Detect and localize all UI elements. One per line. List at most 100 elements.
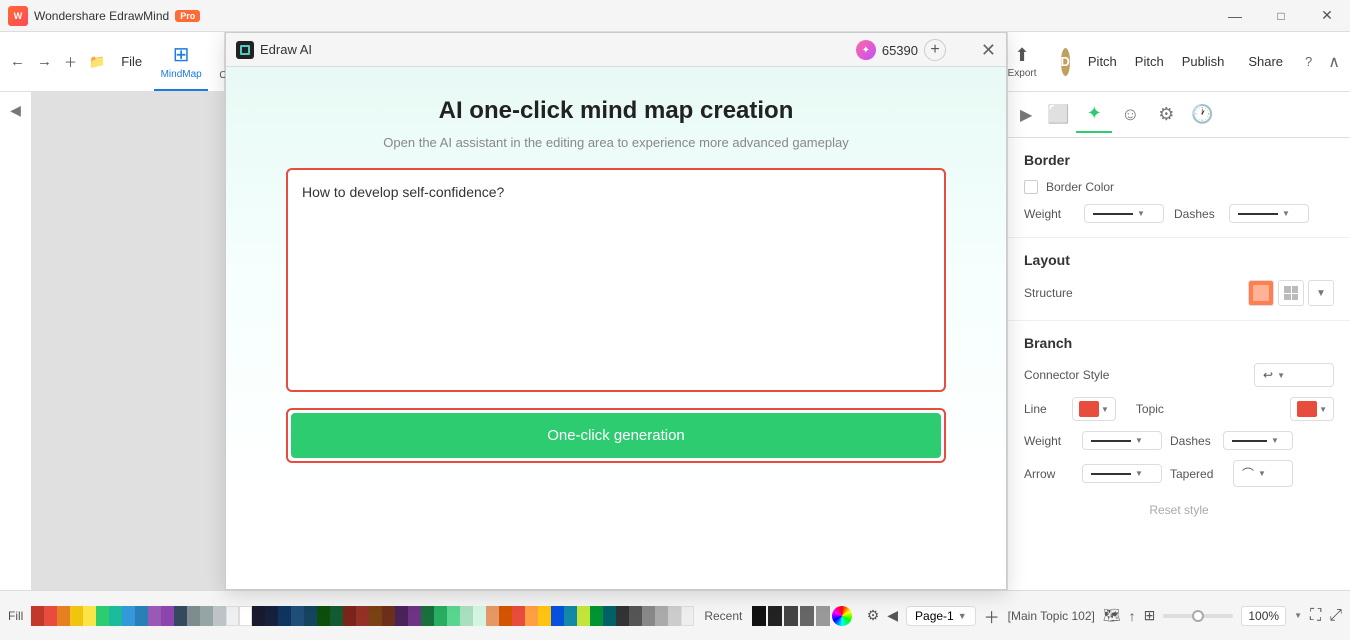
color-cell-22[interactable] [304,606,317,626]
map-icon-button[interactable]: 🗺 [1103,607,1121,624]
minimize-button[interactable]: — [1212,0,1258,32]
user-avatar[interactable]: D [1061,48,1070,76]
topic-color-picker[interactable]: ▼ [1290,397,1334,421]
add-page-button[interactable]: ＋ [60,49,81,74]
color-cell-1[interactable] [31,606,44,626]
color-cell-28[interactable] [382,606,395,626]
color-cell-23[interactable] [317,606,330,626]
structure-option-1[interactable] [1248,280,1274,306]
page-dropdown-icon[interactable]: ▼ [958,611,967,621]
topic-input[interactable]: How to develop self-confidence? [288,170,944,385]
color-cell-45[interactable] [603,606,616,626]
panel-collapse-button[interactable]: ▶ [1014,101,1038,129]
color-cell-47[interactable] [629,606,642,626]
color-cell-5[interactable] [83,606,96,626]
share-button[interactable]: Share [1242,50,1289,73]
color-cell-4[interactable] [70,606,83,626]
rainbow-picker[interactable] [832,606,852,626]
color-cell-40[interactable] [538,606,551,626]
panel-tab-shape[interactable]: ⬜ [1040,97,1076,133]
color-cell-19[interactable] [265,606,278,626]
color-cell-31[interactable] [421,606,434,626]
folder-button[interactable]: 📁 [85,51,109,73]
fullscreen-button[interactable]: ⛶ [1310,607,1321,625]
dashes-select[interactable]: ▼ [1229,204,1309,223]
color-cell-12[interactable] [174,606,187,626]
help-button[interactable]: ? [1301,50,1316,73]
maximize-button[interactable]: □ [1258,0,1304,32]
mindmap-view-button[interactable]: ⊞ MindMap [154,33,208,91]
zoom-value-button[interactable]: 100% [1241,606,1286,626]
color-cell-8[interactable] [122,606,135,626]
arrow-select[interactable]: ▼ [1082,464,1162,483]
color-cell-26[interactable] [356,606,369,626]
color-cell-13[interactable] [187,606,200,626]
panel-tab-emoji[interactable]: ☺ [1112,97,1148,133]
color-cell-49[interactable] [655,606,668,626]
color-cell-51[interactable] [681,606,694,626]
zoom-slider-thumb[interactable] [1192,610,1204,622]
color-cell-33[interactable] [447,606,460,626]
dialog-close-button[interactable]: ✕ [981,41,996,59]
color-cell-7[interactable] [109,606,122,626]
redo-button[interactable]: → [33,50,56,73]
back-button[interactable]: ← [6,50,29,73]
settings-icon-button[interactable]: ⚙ [867,607,880,624]
file-button[interactable]: File [113,51,150,72]
color-cell-27[interactable] [369,606,382,626]
color-cell-37[interactable] [499,606,512,626]
color-cell-43[interactable] [577,606,590,626]
export-icon-button[interactable]: ↑ [1129,608,1136,624]
weight2-select[interactable]: ▼ [1082,431,1162,450]
color-cell-14[interactable] [200,606,213,626]
connector-style-select[interactable]: ↩ ▼ [1254,363,1334,387]
add-credits-button[interactable]: + [924,39,946,61]
color-cell-46[interactable] [616,606,629,626]
fullscreen-exit-button[interactable]: ⤢ [1329,607,1342,625]
color-cell-17[interactable] [239,606,252,626]
color-cell-35[interactable] [473,606,486,626]
page-minus-button[interactable]: ◀ [887,607,898,624]
color-cell-39[interactable] [525,606,538,626]
color-cell-48[interactable] [642,606,655,626]
color-cell-24[interactable] [330,606,343,626]
color-cell-38[interactable] [512,606,525,626]
recent-color-1[interactable] [752,606,766,626]
collapse-panel-button[interactable]: ∧ [1328,52,1340,72]
dashes2-select[interactable]: ▼ [1223,431,1293,450]
reset-style-button[interactable]: Reset style [1149,503,1208,517]
color-cell-11[interactable] [161,606,174,626]
recent-color-4[interactable] [800,606,814,626]
color-cell-25[interactable] [343,606,356,626]
color-cell-16[interactable] [226,606,239,626]
tapered-select[interactable]: ⌒ ▼ [1233,460,1293,487]
color-cell-15[interactable] [213,606,226,626]
add-page-icon-button[interactable]: ＋ [984,604,1000,628]
color-cell-9[interactable] [135,606,148,626]
panel-tab-style[interactable]: ✦ [1076,97,1112,133]
color-cell-6[interactable] [96,606,109,626]
border-color-checkbox[interactable] [1024,180,1038,194]
color-cell-32[interactable] [434,606,447,626]
structure-dropdown[interactable]: ▼ [1308,280,1334,306]
sidebar-toggle[interactable]: ◀ [10,102,21,119]
export-button[interactable]: ⬆ Export [1008,45,1037,79]
color-cell-50[interactable] [668,606,681,626]
publish-button[interactable]: Publish [1176,50,1231,73]
line-color-picker[interactable]: ▼ [1072,397,1116,421]
recent-color-3[interactable] [784,606,798,626]
color-cell-21[interactable] [291,606,304,626]
color-cell-3[interactable] [57,606,70,626]
recent-color-2[interactable] [768,606,782,626]
color-cell-36[interactable] [486,606,499,626]
color-cell-41[interactable] [551,606,564,626]
recent-color-5[interactable] [816,606,830,626]
color-cell-2[interactable] [44,606,57,626]
generate-button[interactable]: One-click generation [291,413,941,458]
zoom-dropdown[interactable]: ▼ [1294,611,1302,620]
color-cell-18[interactable] [252,606,265,626]
color-cell-30[interactable] [408,606,421,626]
weight-select[interactable]: ▼ [1084,204,1164,223]
color-cell-20[interactable] [278,606,291,626]
color-cell-29[interactable] [395,606,408,626]
